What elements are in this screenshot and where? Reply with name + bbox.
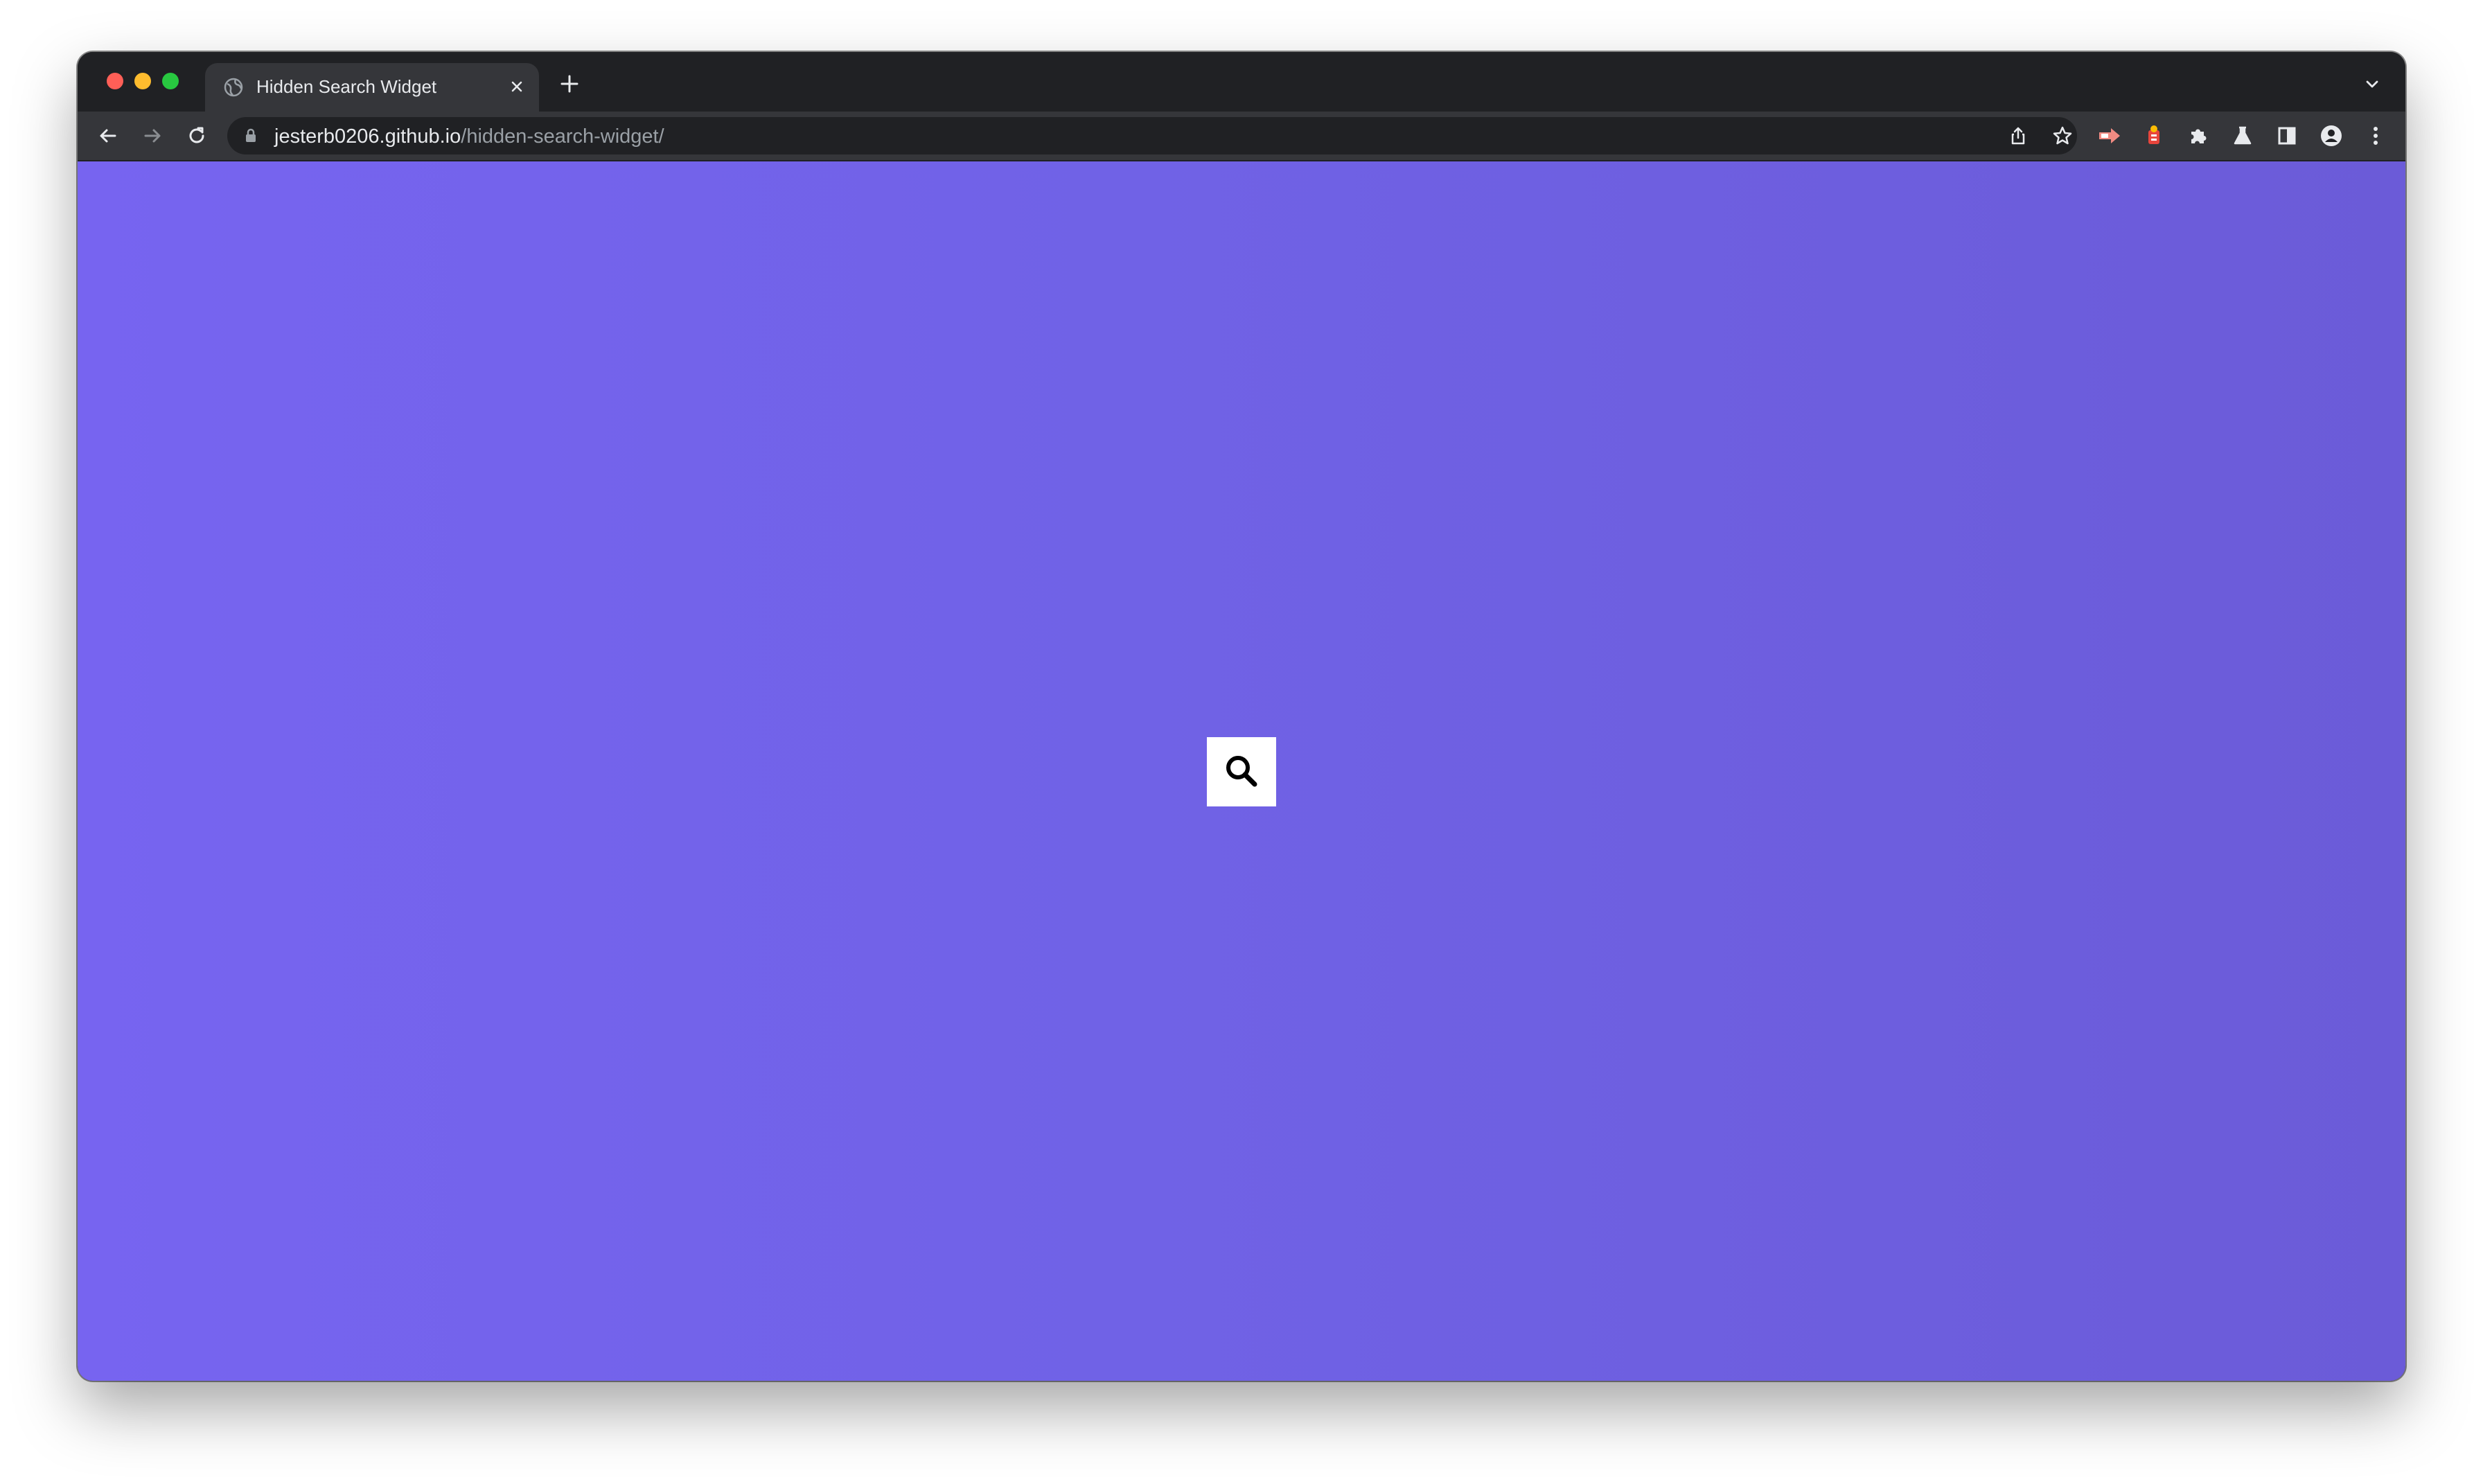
puzzle-icon[interactable] (2183, 121, 2214, 151)
side-panel-icon[interactable] (2272, 121, 2302, 151)
window-minimize-button[interactable] (134, 73, 151, 89)
back-arrow-icon[interactable] (93, 121, 123, 151)
browser-toolbar: jesterb0206.github.io/hidden-search-widg… (78, 112, 2405, 161)
page-viewport (78, 161, 2405, 1381)
share-icon[interactable] (2006, 123, 2031, 148)
address-bar[interactable]: jesterb0206.github.io/hidden-search-widg… (227, 117, 2077, 154)
tab-search-chevron-icon[interactable] (2360, 71, 2385, 96)
globe-icon (223, 77, 244, 98)
browser-window: Hidden Search Widget jesterb0206.github.… (78, 52, 2405, 1381)
url-path: /hidden-search-widget/ (461, 125, 664, 148)
search-icon (1223, 753, 1260, 791)
window-zoom-button[interactable] (162, 73, 179, 89)
tab-close-icon[interactable] (506, 76, 528, 98)
labs-flask-icon[interactable] (2227, 121, 2258, 151)
tab-title: Hidden Search Widget (256, 76, 437, 97)
new-tab-button[interactable] (556, 70, 583, 98)
url-text[interactable]: jesterb0206.github.io/hidden-search-widg… (274, 125, 664, 148)
search-button[interactable] (1207, 737, 1276, 806)
bookmark-star-icon[interactable] (2050, 123, 2075, 148)
lock-icon[interactable] (242, 127, 259, 144)
menu-kebab-icon[interactable] (2360, 121, 2391, 151)
extension-icon[interactable] (2139, 121, 2169, 151)
profile-icon[interactable] (2316, 121, 2347, 151)
tab-strip: Hidden Search Widget (78, 52, 2405, 112)
forward-arrow-icon[interactable] (137, 121, 168, 151)
browser-tab[interactable]: Hidden Search Widget (205, 63, 539, 112)
extension-icon[interactable] (2094, 121, 2125, 151)
url-host: jesterb0206.github.io (274, 125, 461, 148)
window-close-button[interactable] (107, 73, 123, 89)
reload-icon[interactable] (182, 121, 212, 151)
